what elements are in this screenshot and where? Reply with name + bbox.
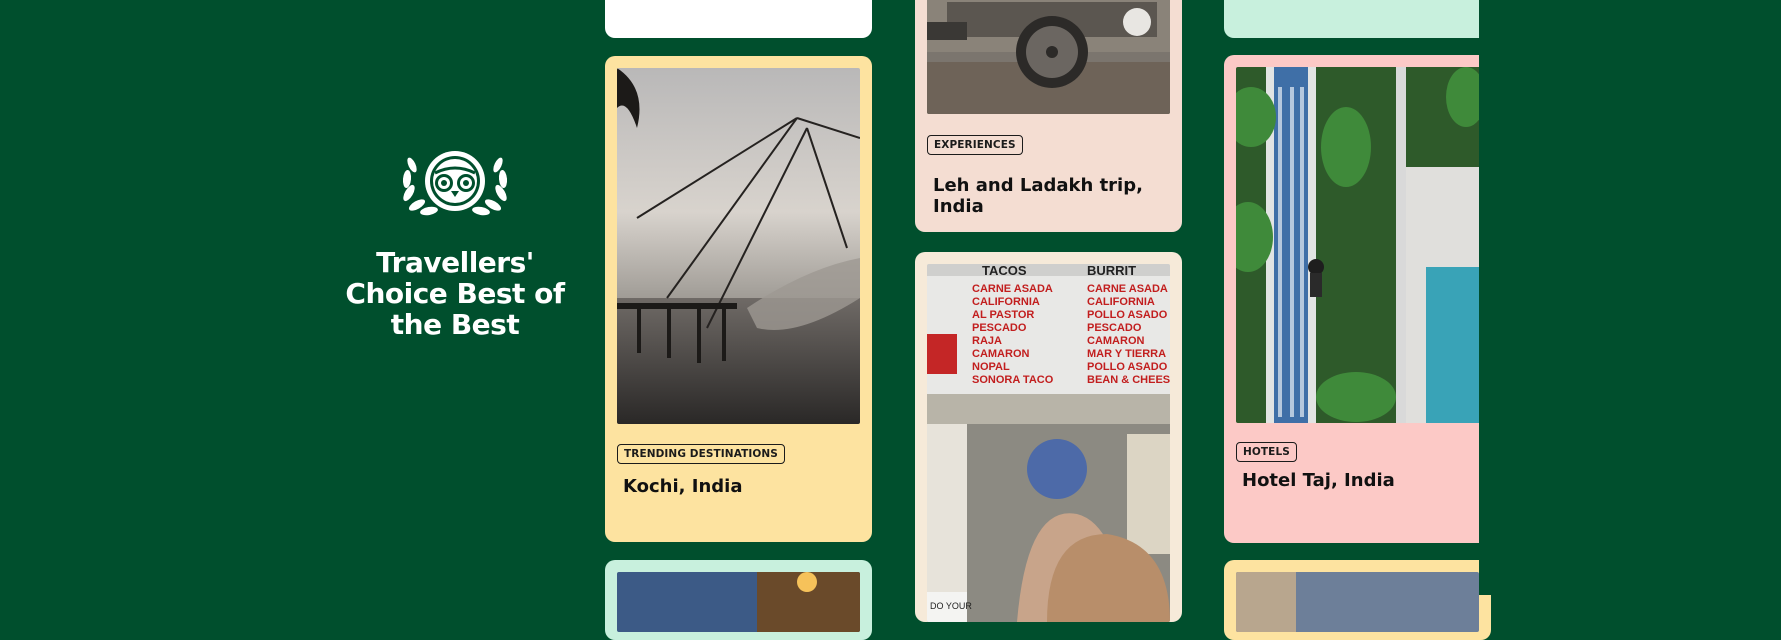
menu-item: CARNE ASADA (972, 283, 1053, 295)
card-title: Kochi, India (623, 476, 743, 497)
menu-header-right: BURRIT (1087, 264, 1136, 278)
travellers-choice-brand: Travellers' Choice Best of the Best (330, 145, 580, 340)
card-photo (1236, 572, 1479, 632)
menu-item: CARNE ASADA (1087, 283, 1168, 295)
card-partial-top[interactable] (605, 0, 872, 38)
experience-card-leh[interactable]: EXPERIENCES Leh and Ladakh trip, India (915, 0, 1182, 232)
taco-shop-photo: TACOS BURRIT CARNE ASADA CALIFORNIA AL PAS… (927, 264, 1170, 622)
menu-item: POLLO ASADO (1087, 309, 1168, 321)
destination-card-kochi[interactable]: TRENDING DESTINATIONS Kochi, India (605, 56, 872, 542)
menu-item: PESCADO (1087, 322, 1142, 334)
brand-title-line: the Best (390, 308, 520, 341)
menu-item: MAR Y TIERRA (1087, 348, 1166, 360)
menu-item: AL PASTOR (972, 309, 1034, 321)
menu-item: NOPAL (972, 361, 1010, 373)
card-column-1: TRENDING DESTINATIONS Kochi, India (605, 0, 872, 640)
card-title: Leh and Ladakh trip, India (933, 175, 1143, 217)
brand-title-line: Choice Best of (345, 277, 565, 310)
kochi-photo (617, 68, 860, 424)
menu-item: POLLO ASADO (1087, 361, 1168, 373)
owl-laurel-icon (402, 151, 508, 216)
card-column-3: HOTELS Hotel Taj, India (1224, 0, 1491, 640)
menu-bottom-sign: DO YOUR (930, 601, 972, 611)
hotel-card-taj[interactable]: HOTELS Hotel Taj, India (1224, 55, 1491, 543)
card-title: Hotel Taj, India (1242, 470, 1395, 491)
card-partial-bottom[interactable] (605, 560, 872, 640)
menu-item: SONORA TACO (972, 374, 1054, 386)
brand-title-line: Travellers' (376, 246, 534, 279)
food-card[interactable]: TACOS BURRIT CARNE ASADA CALIFORNIA AL PAS… (915, 252, 1182, 622)
card-column-2: EXPERIENCES Leh and Ladakh trip, India T… (915, 0, 1182, 622)
menu-item: CALIFORNIA (972, 296, 1040, 308)
menu-item: PESCADO (972, 322, 1027, 334)
menu-item: CALIFORNIA (1087, 296, 1155, 308)
menu-item: RAJA (972, 335, 1002, 347)
right-background (1479, 0, 1781, 595)
brand-title: Travellers' Choice Best of the Best (330, 247, 580, 340)
card-partial-bottom[interactable] (1224, 560, 1491, 640)
menu-item: CAMARON (972, 348, 1029, 360)
card-photo (617, 572, 860, 632)
card-partial-top[interactable] (1224, 0, 1491, 38)
category-badge: HOTELS (1236, 442, 1297, 462)
leh-photo (927, 0, 1170, 114)
menu-item: CAMARON (1087, 335, 1144, 347)
menu-item: BEAN & CHEESE (1087, 374, 1170, 386)
category-badge: EXPERIENCES (927, 135, 1023, 155)
menu-header-left: TACOS (982, 264, 1027, 278)
category-badge: TRENDING DESTINATIONS (617, 444, 785, 464)
hotel-taj-photo (1236, 67, 1491, 423)
